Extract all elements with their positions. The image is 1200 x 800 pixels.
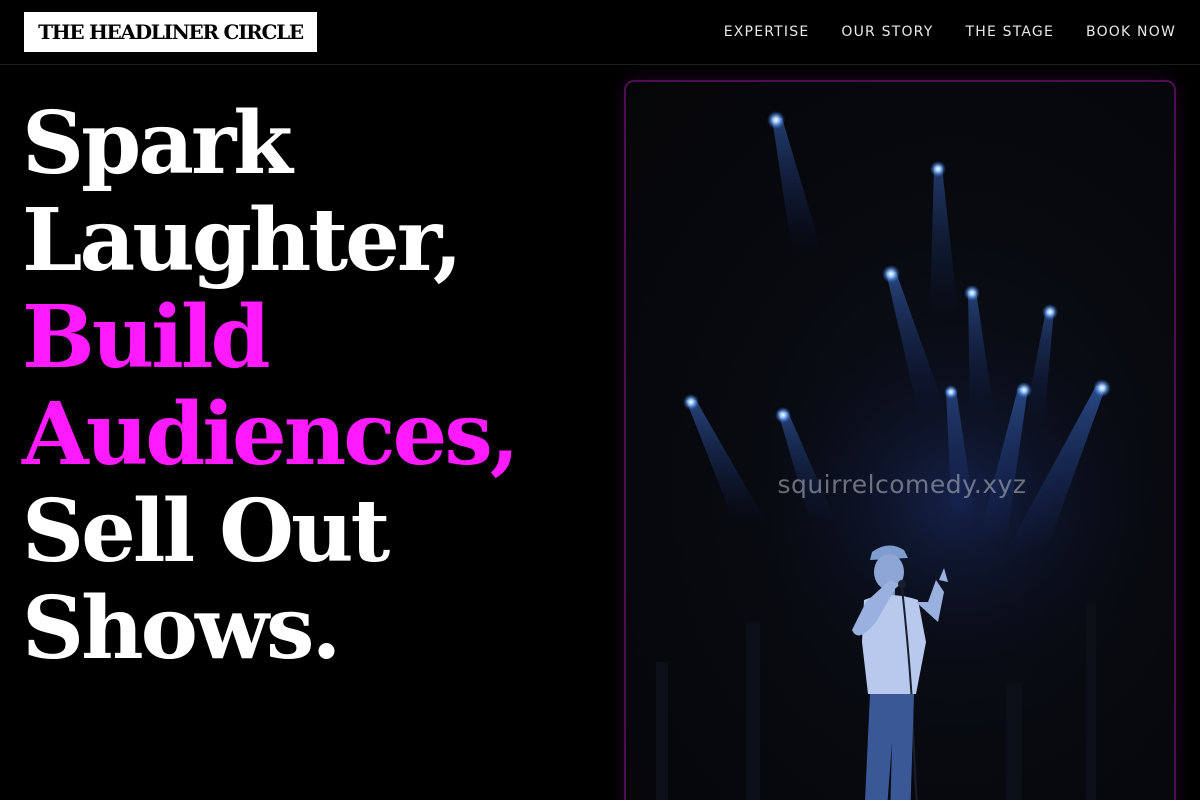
nav-link-expertise[interactable]: EXPERTISE [724, 24, 810, 40]
site-header: THE HEADLINER CIRCLE EXPERTISE OUR STORY… [0, 0, 1200, 65]
nav-link-book-now[interactable]: BOOK NOW [1086, 24, 1176, 40]
hero-headline: Spark Laughter, Build Audiences, Sell Ou… [22, 95, 612, 677]
hero-line-audiences: Audiences, [22, 384, 520, 485]
hero-line-build: Build [22, 287, 271, 388]
watermark-text: squirrelcomedy.xyz [777, 470, 1027, 499]
nav-link-our-story[interactable]: OUR STORY [841, 24, 933, 40]
main-nav: EXPERTISE OUR STORY THE STAGE BOOK NOW [724, 0, 1176, 64]
hero-line-shows: Shows. [22, 578, 341, 679]
hero-line-sell-out: Sell Out [22, 481, 390, 582]
nav-link-the-stage[interactable]: THE STAGE [965, 24, 1054, 40]
hero-line-laughter: Laughter, [22, 190, 463, 291]
hero-line-spark: Spark [22, 93, 293, 194]
site-logo[interactable]: THE HEADLINER CIRCLE [24, 12, 317, 52]
comedian-on-stage-photo [656, 111, 1174, 800]
stage-photo-card: squirrelcomedy.xyz [624, 80, 1176, 800]
